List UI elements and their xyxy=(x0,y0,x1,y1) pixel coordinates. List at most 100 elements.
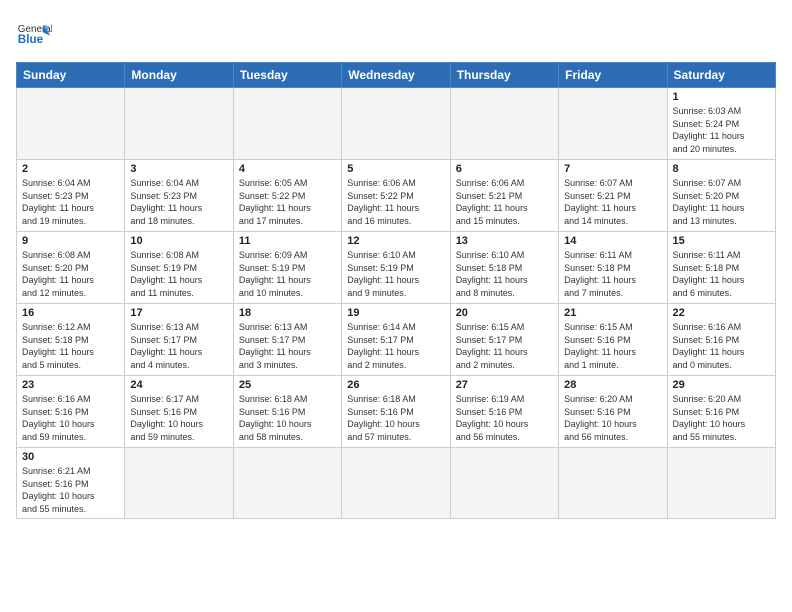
week-row-5: 23 Sunrise: 6:16 AM Sunset: 5:16 PM Dayli… xyxy=(17,376,776,448)
day-number: 4 xyxy=(239,163,336,175)
day-info: Sunrise: 6:10 AM Sunset: 5:18 PM Dayligh… xyxy=(456,249,553,299)
day-info: Sunrise: 6:17 AM Sunset: 5:16 PM Dayligh… xyxy=(130,393,227,443)
calendar-cell: 24 Sunrise: 6:17 AM Sunset: 5:16 PM Dayli… xyxy=(125,376,233,448)
calendar-cell xyxy=(450,88,558,160)
day-info: Sunrise: 6:21 AM Sunset: 5:16 PM Dayligh… xyxy=(22,465,119,515)
general-blue-logo-icon: General Blue xyxy=(16,16,52,52)
day-info: Sunrise: 6:14 AM Sunset: 5:17 PM Dayligh… xyxy=(347,321,444,371)
calendar-cell xyxy=(125,448,233,519)
day-number: 30 xyxy=(22,451,119,463)
week-row-6: 30 Sunrise: 6:21 AM Sunset: 5:16 PM Dayli… xyxy=(17,448,776,519)
day-info: Sunrise: 6:12 AM Sunset: 5:18 PM Dayligh… xyxy=(22,321,119,371)
week-row-4: 16 Sunrise: 6:12 AM Sunset: 5:18 PM Dayli… xyxy=(17,304,776,376)
calendar-cell: 26 Sunrise: 6:18 AM Sunset: 5:16 PM Dayli… xyxy=(342,376,450,448)
day-number: 29 xyxy=(673,379,770,391)
day-info: Sunrise: 6:09 AM Sunset: 5:19 PM Dayligh… xyxy=(239,249,336,299)
day-info: Sunrise: 6:07 AM Sunset: 5:21 PM Dayligh… xyxy=(564,177,661,227)
day-info: Sunrise: 6:13 AM Sunset: 5:17 PM Dayligh… xyxy=(239,321,336,371)
day-info: Sunrise: 6:18 AM Sunset: 5:16 PM Dayligh… xyxy=(239,393,336,443)
calendar-cell: 3 Sunrise: 6:04 AM Sunset: 5:23 PM Daylig… xyxy=(125,160,233,232)
day-info: Sunrise: 6:16 AM Sunset: 5:16 PM Dayligh… xyxy=(22,393,119,443)
day-info: Sunrise: 6:16 AM Sunset: 5:16 PM Dayligh… xyxy=(673,321,770,371)
calendar-cell xyxy=(559,88,667,160)
day-info: Sunrise: 6:06 AM Sunset: 5:22 PM Dayligh… xyxy=(347,177,444,227)
day-info: Sunrise: 6:04 AM Sunset: 5:23 PM Dayligh… xyxy=(22,177,119,227)
day-info: Sunrise: 6:06 AM Sunset: 5:21 PM Dayligh… xyxy=(456,177,553,227)
calendar-cell: 8 Sunrise: 6:07 AM Sunset: 5:20 PM Daylig… xyxy=(667,160,775,232)
day-number: 23 xyxy=(22,379,119,391)
calendar-cell xyxy=(125,88,233,160)
calendar-cell: 9Sunrise: 6:08 AM Sunset: 5:20 PM Daylig… xyxy=(17,232,125,304)
day-number: 11 xyxy=(239,235,336,247)
day-number: 28 xyxy=(564,379,661,391)
days-header-row: SundayMondayTuesdayWednesdayThursdayFrid… xyxy=(17,63,776,88)
day-number: 20 xyxy=(456,307,553,319)
day-number: 16 xyxy=(22,307,119,319)
day-number: 19 xyxy=(347,307,444,319)
calendar-cell: 27Sunrise: 6:19 AM Sunset: 5:16 PM Dayli… xyxy=(450,376,558,448)
day-number: 6 xyxy=(456,163,553,175)
day-header-sunday: Sunday xyxy=(17,63,125,88)
page-header: General Blue xyxy=(16,16,776,52)
day-number: 5 xyxy=(347,163,444,175)
calendar-cell: 18 Sunrise: 6:13 AM Sunset: 5:17 PM Dayli… xyxy=(233,304,341,376)
day-number: 15 xyxy=(673,235,770,247)
calendar-cell: 7 Sunrise: 6:07 AM Sunset: 5:21 PM Daylig… xyxy=(559,160,667,232)
day-header-thursday: Thursday xyxy=(450,63,558,88)
day-header-monday: Monday xyxy=(125,63,233,88)
calendar-cell: 20 Sunrise: 6:15 AM Sunset: 5:17 PM Dayli… xyxy=(450,304,558,376)
calendar-cell: 21 Sunrise: 6:15 AM Sunset: 5:16 PM Dayli… xyxy=(559,304,667,376)
day-number: 26 xyxy=(347,379,444,391)
calendar-cell: 30 Sunrise: 6:21 AM Sunset: 5:16 PM Dayli… xyxy=(17,448,125,519)
day-info: Sunrise: 6:03 AM Sunset: 5:24 PM Dayligh… xyxy=(673,105,770,155)
calendar-cell: 12Sunrise: 6:10 AM Sunset: 5:19 PM Dayli… xyxy=(342,232,450,304)
calendar-cell: 16 Sunrise: 6:12 AM Sunset: 5:18 PM Dayli… xyxy=(17,304,125,376)
calendar-table: SundayMondayTuesdayWednesdayThursdayFrid… xyxy=(16,62,776,519)
calendar-cell: 11 Sunrise: 6:09 AM Sunset: 5:19 PM Dayli… xyxy=(233,232,341,304)
calendar-cell: 5 Sunrise: 6:06 AM Sunset: 5:22 PM Daylig… xyxy=(342,160,450,232)
calendar-cell: 28Sunrise: 6:20 AM Sunset: 5:16 PM Dayli… xyxy=(559,376,667,448)
day-number: 18 xyxy=(239,307,336,319)
day-number: 7 xyxy=(564,163,661,175)
calendar-cell: 25Sunrise: 6:18 AM Sunset: 5:16 PM Dayli… xyxy=(233,376,341,448)
day-info: Sunrise: 6:20 AM Sunset: 5:16 PM Dayligh… xyxy=(673,393,770,443)
day-number: 21 xyxy=(564,307,661,319)
day-number: 24 xyxy=(130,379,227,391)
calendar-cell: 23 Sunrise: 6:16 AM Sunset: 5:16 PM Dayli… xyxy=(17,376,125,448)
week-row-1: 1Sunrise: 6:03 AM Sunset: 5:24 PM Daylig… xyxy=(17,88,776,160)
day-number: 10 xyxy=(130,235,227,247)
svg-text:Blue: Blue xyxy=(18,33,44,46)
calendar-cell: 15 Sunrise: 6:11 AM Sunset: 5:18 PM Dayli… xyxy=(667,232,775,304)
calendar-cell: 19 Sunrise: 6:14 AM Sunset: 5:17 PM Dayli… xyxy=(342,304,450,376)
calendar-cell xyxy=(667,448,775,519)
calendar-cell: 14 Sunrise: 6:11 AM Sunset: 5:18 PM Dayli… xyxy=(559,232,667,304)
calendar-cell xyxy=(450,448,558,519)
day-info: Sunrise: 6:10 AM Sunset: 5:19 PM Dayligh… xyxy=(347,249,444,299)
calendar-cell: 29 Sunrise: 6:20 AM Sunset: 5:16 PM Dayli… xyxy=(667,376,775,448)
day-info: Sunrise: 6:11 AM Sunset: 5:18 PM Dayligh… xyxy=(564,249,661,299)
day-number: 13 xyxy=(456,235,553,247)
day-number: 22 xyxy=(673,307,770,319)
calendar-cell xyxy=(233,88,341,160)
calendar-cell xyxy=(342,88,450,160)
day-number: 8 xyxy=(673,163,770,175)
day-info: Sunrise: 6:08 AM Sunset: 5:19 PM Dayligh… xyxy=(130,249,227,299)
day-number: 3 xyxy=(130,163,227,175)
day-number: 14 xyxy=(564,235,661,247)
day-header-saturday: Saturday xyxy=(667,63,775,88)
day-header-tuesday: Tuesday xyxy=(233,63,341,88)
day-info: Sunrise: 6:15 AM Sunset: 5:16 PM Dayligh… xyxy=(564,321,661,371)
calendar-cell: 6 Sunrise: 6:06 AM Sunset: 5:21 PM Daylig… xyxy=(450,160,558,232)
week-row-3: 9Sunrise: 6:08 AM Sunset: 5:20 PM Daylig… xyxy=(17,232,776,304)
calendar-cell: 4Sunrise: 6:05 AM Sunset: 5:22 PM Daylig… xyxy=(233,160,341,232)
day-info: Sunrise: 6:15 AM Sunset: 5:17 PM Dayligh… xyxy=(456,321,553,371)
day-info: Sunrise: 6:18 AM Sunset: 5:16 PM Dayligh… xyxy=(347,393,444,443)
day-info: Sunrise: 6:04 AM Sunset: 5:23 PM Dayligh… xyxy=(130,177,227,227)
logo: General Blue xyxy=(16,16,52,52)
day-number: 17 xyxy=(130,307,227,319)
day-info: Sunrise: 6:11 AM Sunset: 5:18 PM Dayligh… xyxy=(673,249,770,299)
calendar-cell: 22 Sunrise: 6:16 AM Sunset: 5:16 PM Dayli… xyxy=(667,304,775,376)
calendar-cell: 17Sunrise: 6:13 AM Sunset: 5:17 PM Dayli… xyxy=(125,304,233,376)
day-number: 9 xyxy=(22,235,119,247)
day-info: Sunrise: 6:07 AM Sunset: 5:20 PM Dayligh… xyxy=(673,177,770,227)
